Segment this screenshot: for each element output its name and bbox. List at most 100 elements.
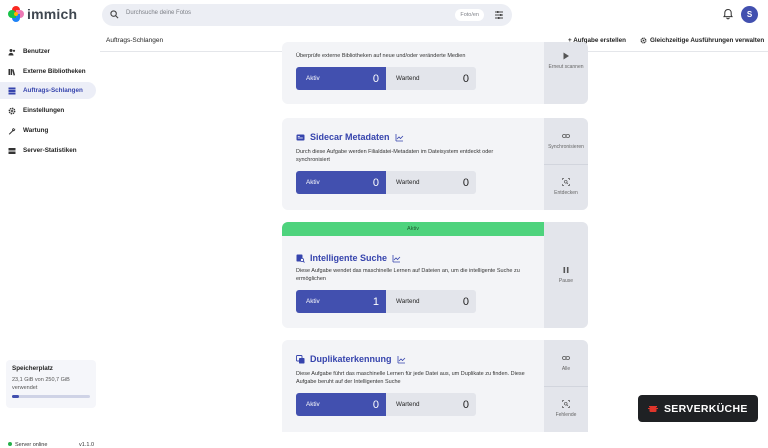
image-search-icon: [296, 254, 305, 263]
job-header: Sidecar Metadaten: [296, 132, 404, 142]
storage-bar-fill: [12, 395, 20, 398]
wrench-icon: [8, 127, 16, 135]
job-card-smart-search: Aktiv Intelligente Suche Diese Aufgabe w…: [282, 222, 588, 328]
sidebar: Benutzer Externe Bibliotheken Auftrags-S…: [0, 30, 100, 448]
pot-icon: [648, 405, 658, 412]
storage-bar: [12, 395, 90, 398]
job-description: Diese Aufgabe wendet das maschinelle Ler…: [296, 268, 520, 282]
discover-button[interactable]: Entdecken: [544, 178, 588, 196]
sync-label: Synchronisieren: [548, 144, 584, 150]
copy-icon: [296, 354, 305, 363]
manage-concurrency-label: Gleichzeitige Ausführungen verwalten: [650, 37, 765, 44]
job-description: Überprüfe externe Bibliotheken auf neue …: [296, 53, 466, 59]
queue-icon: [8, 87, 16, 94]
waiting-count: 0: [462, 398, 469, 411]
waiting-label: Wartend: [396, 75, 420, 82]
job-title: Duplikaterkennung: [310, 354, 392, 364]
server-status-label: Server online: [15, 442, 48, 448]
sidebar-item-maintenance[interactable]: Wartung: [0, 122, 96, 139]
waiting-label: Wartend: [396, 179, 420, 186]
chart-icon[interactable]: [392, 254, 401, 263]
chart-icon[interactable]: [397, 355, 406, 364]
scan-search-icon: [562, 178, 570, 186]
job-description: Diese Aufgabe führt das maschinelle Lern…: [296, 371, 525, 385]
job-actions-panel: Pause: [544, 222, 588, 328]
search-placeholder: Durchsuche deine Fotos: [126, 10, 192, 16]
active-count-box: Aktiv 1: [296, 290, 386, 313]
bell-icon[interactable]: [722, 8, 734, 20]
library-icon: [8, 68, 16, 75]
top-bar: immich Durchsuche deine Fotos Foto/en S: [0, 0, 768, 30]
all-button[interactable]: Alle: [544, 354, 588, 372]
user-avatar[interactable]: S: [741, 6, 758, 23]
search-bar[interactable]: Durchsuche deine Fotos Foto/en: [102, 4, 512, 26]
server-icon: [8, 147, 16, 154]
waiting-count-box: Wartend 0: [386, 171, 476, 194]
search-icon: [110, 10, 119, 19]
storage-panel: Speicherplatz 23,1 GiB von 250,7 GiB ver…: [6, 360, 96, 408]
immich-logo[interactable]: immich: [8, 5, 77, 23]
sidebar-item-server-stats[interactable]: Server-Statistiken: [0, 142, 96, 159]
waiting-label: Wartend: [396, 298, 420, 305]
job-card-library: Überprüfe externe Bibliotheken auf neue …: [282, 42, 588, 104]
active-count-box: Aktiv 0: [296, 67, 386, 90]
sidebar-item-label: Einstellungen: [23, 107, 65, 114]
waiting-count-box: Wartend 0: [386, 67, 476, 90]
sidebar-item-external-libraries[interactable]: Externe Bibliotheken: [0, 63, 96, 80]
active-count-box: Aktiv 0: [296, 171, 386, 194]
page-title: Auftrags-Schlangen: [106, 37, 164, 44]
manage-concurrency-button[interactable]: Gleichzeitige Ausführungen verwalten: [640, 37, 764, 44]
active-banner: Aktiv: [282, 222, 544, 236]
divider: [544, 386, 588, 387]
job-card-duplicates: Duplikaterkennung Diese Aufgabe führt da…: [282, 340, 588, 432]
sync-button[interactable]: Synchronisieren: [544, 132, 588, 150]
storage-usage: 23,1 GiB von 250,7 GiB verwendet: [12, 377, 70, 391]
scan-search-icon: [562, 400, 570, 408]
sidebar-item-label: Server-Statistiken: [23, 147, 77, 154]
job-description: Durch diese Aufgabe werden Filialdatei-M…: [296, 149, 494, 163]
active-count-box: Aktiv 0: [296, 393, 386, 416]
waiting-count: 0: [462, 72, 469, 85]
job-header: Intelligente Suche: [296, 253, 401, 263]
gear-icon: [8, 107, 16, 114]
job-title: Intelligente Suche: [310, 253, 388, 263]
waiting-label: Wartend: [396, 401, 420, 408]
play-icon: [563, 52, 569, 60]
sidebar-item-label: Externe Bibliotheken: [23, 68, 86, 75]
active-label: Aktiv: [306, 179, 320, 186]
missing-button[interactable]: Fehlende: [544, 400, 588, 418]
active-count: 1: [372, 295, 379, 308]
sidebar-item-job-queues[interactable]: Auftrags-Schlangen: [0, 82, 96, 99]
chart-icon[interactable]: [395, 133, 404, 142]
active-count: 0: [372, 72, 379, 85]
job-title: Sidecar Metadaten: [310, 132, 390, 142]
job-actions-panel: Erneut scannen: [544, 42, 588, 104]
sidebar-item-settings[interactable]: Einstellungen: [0, 102, 96, 119]
waiting-count-box: Wartend 0: [386, 393, 476, 416]
all-label: Alle: [561, 366, 571, 372]
waiting-count: 0: [462, 295, 469, 308]
app-name: immich: [27, 6, 78, 22]
pause-icon: [563, 267, 569, 273]
pause-button[interactable]: Pause: [544, 266, 588, 284]
job-actions-panel: Alle Fehlende: [544, 340, 588, 432]
users-icon: [8, 48, 16, 55]
link-icon: [562, 134, 570, 138]
active-label: Aktiv: [306, 401, 320, 408]
logo-flower-icon: [8, 6, 24, 22]
server-status: Server online v1.1.0: [8, 442, 96, 448]
link-icon: [562, 356, 570, 360]
active-label: Aktiv: [306, 298, 320, 305]
gear-icon: [640, 37, 647, 44]
rescan-button[interactable]: Erneut scannen: [544, 52, 588, 70]
sidecar-icon: [296, 134, 305, 140]
serverkueche-badge: SERVERKÜCHE: [638, 395, 758, 422]
job-header: Duplikaterkennung: [296, 354, 406, 364]
sidebar-item-label: Wartung: [23, 127, 49, 134]
discover-label: Entdecken: [554, 190, 578, 196]
missing-label: Fehlende: [555, 412, 577, 418]
pause-label: Pause: [558, 278, 574, 284]
tune-icon[interactable]: [494, 10, 504, 20]
search-filter-chip[interactable]: Foto/en: [455, 9, 484, 21]
sidebar-item-users[interactable]: Benutzer: [0, 43, 96, 60]
